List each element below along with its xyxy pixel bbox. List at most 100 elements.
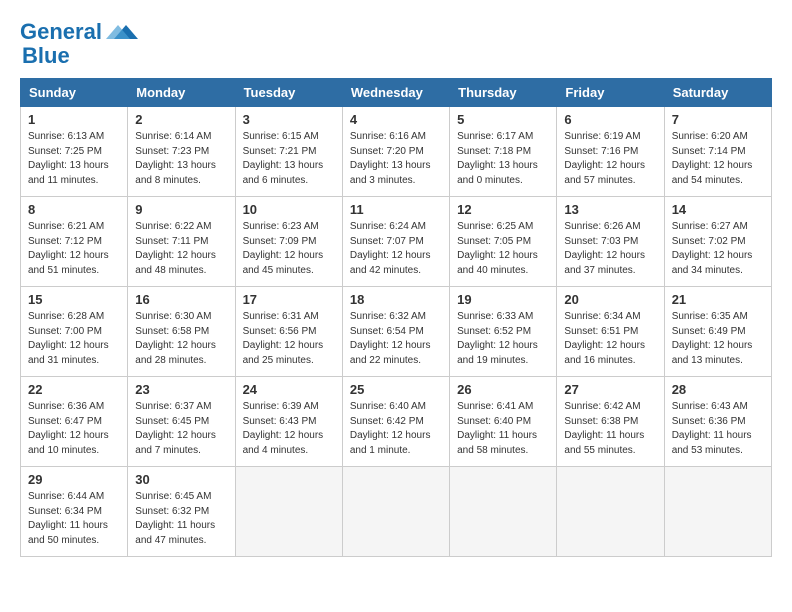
day-info: Sunrise: 6:39 AMSunset: 6:43 PMDaylight:… bbox=[243, 400, 335, 458]
logo-icon bbox=[106, 21, 138, 43]
day-info: Sunrise: 6:33 AMSunset: 6:52 PMDaylight:… bbox=[457, 310, 549, 368]
calendar-day: 20 Sunrise: 6:34 AMSunset: 6:51 PMDayligh… bbox=[557, 287, 664, 377]
calendar-day: 10 Sunrise: 6:23 AMSunset: 7:09 PMDayligh… bbox=[235, 197, 342, 287]
day-header-friday: Friday bbox=[557, 79, 664, 107]
day-number: 23 bbox=[135, 382, 227, 397]
day-info: Sunrise: 6:21 AMSunset: 7:12 PMDaylight:… bbox=[28, 220, 120, 278]
calendar-day: 13 Sunrise: 6:26 AMSunset: 7:03 PMDayligh… bbox=[557, 197, 664, 287]
day-info: Sunrise: 6:24 AMSunset: 7:07 PMDaylight:… bbox=[350, 220, 442, 278]
calendar-day: 4 Sunrise: 6:16 AMSunset: 7:20 PMDaylight… bbox=[342, 107, 449, 197]
calendar-day bbox=[664, 467, 771, 557]
day-number: 22 bbox=[28, 382, 120, 397]
calendar-day: 11Sunrise: 6:24 AMSunset: 7:07 PMDayligh… bbox=[342, 197, 449, 287]
day-info: Sunrise: 6:14 AMSunset: 7:23 PMDaylight:… bbox=[135, 130, 227, 188]
day-number: 28 bbox=[672, 382, 764, 397]
day-info: Sunrise: 6:42 AMSunset: 6:38 PMDaylight:… bbox=[564, 400, 656, 458]
day-number: 30 bbox=[135, 472, 227, 487]
logo-text: General bbox=[20, 20, 102, 44]
calendar-week-row: 22 Sunrise: 6:36 AMSunset: 6:47 PMDayligh… bbox=[21, 377, 772, 467]
day-info: Sunrise: 6:35 AMSunset: 6:49 PMDaylight:… bbox=[672, 310, 764, 368]
calendar-day: 8 Sunrise: 6:21 AMSunset: 7:12 PMDaylight… bbox=[21, 197, 128, 287]
calendar-day: 29 Sunrise: 6:44 AMSunset: 6:34 PMDayligh… bbox=[21, 467, 128, 557]
day-info: Sunrise: 6:28 AMSunset: 7:00 PMDaylight:… bbox=[28, 310, 120, 368]
calendar-day: 7Sunrise: 6:20 AMSunset: 7:14 PMDaylight… bbox=[664, 107, 771, 197]
calendar-day: 30 Sunrise: 6:45 AMSunset: 6:32 PMDayligh… bbox=[128, 467, 235, 557]
day-number: 15 bbox=[28, 292, 120, 307]
day-info: Sunrise: 6:40 AMSunset: 6:42 PMDaylight:… bbox=[350, 400, 442, 458]
day-header-sunday: Sunday bbox=[21, 79, 128, 107]
day-number: 24 bbox=[243, 382, 335, 397]
calendar-day: 5 Sunrise: 6:17 AMSunset: 7:18 PMDaylight… bbox=[450, 107, 557, 197]
calendar-day: 17 Sunrise: 6:31 AMSunset: 6:56 PMDayligh… bbox=[235, 287, 342, 377]
day-number: 20 bbox=[564, 292, 656, 307]
day-number: 7 bbox=[672, 112, 764, 127]
day-number: 25 bbox=[350, 382, 442, 397]
day-number: 29 bbox=[28, 472, 120, 487]
day-header-thursday: Thursday bbox=[450, 79, 557, 107]
day-info: Sunrise: 6:22 AMSunset: 7:11 PMDaylight:… bbox=[135, 220, 227, 278]
day-number: 8 bbox=[28, 202, 120, 217]
day-header-monday: Monday bbox=[128, 79, 235, 107]
calendar-day: 28 Sunrise: 6:43 AMSunset: 6:36 PMDayligh… bbox=[664, 377, 771, 467]
logo-blue-text: Blue bbox=[22, 43, 70, 68]
calendar-day: 26Sunrise: 6:41 AMSunset: 6:40 PMDayligh… bbox=[450, 377, 557, 467]
calendar-day: 18 Sunrise: 6:32 AMSunset: 6:54 PMDayligh… bbox=[342, 287, 449, 377]
day-info: Sunrise: 6:43 AMSunset: 6:36 PMDaylight:… bbox=[672, 400, 764, 458]
calendar-day bbox=[450, 467, 557, 557]
day-number: 19 bbox=[457, 292, 549, 307]
day-number: 10 bbox=[243, 202, 335, 217]
day-header-tuesday: Tuesday bbox=[235, 79, 342, 107]
day-info: Sunrise: 6:15 AMSunset: 7:21 PMDaylight:… bbox=[243, 130, 335, 188]
calendar-day: 23Sunrise: 6:37 AMSunset: 6:45 PMDayligh… bbox=[128, 377, 235, 467]
day-info: Sunrise: 6:17 AMSunset: 7:18 PMDaylight:… bbox=[457, 130, 549, 188]
day-info: Sunrise: 6:41 AMSunset: 6:40 PMDaylight:… bbox=[457, 400, 549, 458]
day-info: Sunrise: 6:34 AMSunset: 6:51 PMDaylight:… bbox=[564, 310, 656, 368]
day-number: 18 bbox=[350, 292, 442, 307]
calendar-day bbox=[235, 467, 342, 557]
day-info: Sunrise: 6:36 AMSunset: 6:47 PMDaylight:… bbox=[28, 400, 120, 458]
calendar-day bbox=[342, 467, 449, 557]
day-number: 16 bbox=[135, 292, 227, 307]
calendar-week-row: 1Sunrise: 6:13 AMSunset: 7:25 PMDaylight… bbox=[21, 107, 772, 197]
day-number: 2 bbox=[135, 112, 227, 127]
day-number: 4 bbox=[350, 112, 442, 127]
calendar-week-row: 8 Sunrise: 6:21 AMSunset: 7:12 PMDaylight… bbox=[21, 197, 772, 287]
calendar-day: 25 Sunrise: 6:40 AMSunset: 6:42 PMDayligh… bbox=[342, 377, 449, 467]
day-number: 17 bbox=[243, 292, 335, 307]
calendar-week-row: 15 Sunrise: 6:28 AMSunset: 7:00 PMDayligh… bbox=[21, 287, 772, 377]
calendar-day: 14 Sunrise: 6:27 AMSunset: 7:02 PMDayligh… bbox=[664, 197, 771, 287]
calendar-day: 21Sunrise: 6:35 AMSunset: 6:49 PMDayligh… bbox=[664, 287, 771, 377]
day-info: Sunrise: 6:27 AMSunset: 7:02 PMDaylight:… bbox=[672, 220, 764, 278]
day-number: 13 bbox=[564, 202, 656, 217]
day-number: 3 bbox=[243, 112, 335, 127]
day-number: 1 bbox=[28, 112, 120, 127]
day-info: Sunrise: 6:44 AMSunset: 6:34 PMDaylight:… bbox=[28, 490, 120, 548]
calendar-header-row: SundayMondayTuesdayWednesdayThursdayFrid… bbox=[21, 79, 772, 107]
calendar-day: 2 Sunrise: 6:14 AMSunset: 7:23 PMDaylight… bbox=[128, 107, 235, 197]
calendar-day: 15 Sunrise: 6:28 AMSunset: 7:00 PMDayligh… bbox=[21, 287, 128, 377]
page-header: General Blue bbox=[20, 20, 772, 68]
day-info: Sunrise: 6:16 AMSunset: 7:20 PMDaylight:… bbox=[350, 130, 442, 188]
day-number: 12 bbox=[457, 202, 549, 217]
calendar-day bbox=[557, 467, 664, 557]
day-header-saturday: Saturday bbox=[664, 79, 771, 107]
day-header-wednesday: Wednesday bbox=[342, 79, 449, 107]
day-info: Sunrise: 6:23 AMSunset: 7:09 PMDaylight:… bbox=[243, 220, 335, 278]
day-info: Sunrise: 6:32 AMSunset: 6:54 PMDaylight:… bbox=[350, 310, 442, 368]
day-info: Sunrise: 6:30 AMSunset: 6:58 PMDaylight:… bbox=[135, 310, 227, 368]
day-info: Sunrise: 6:25 AMSunset: 7:05 PMDaylight:… bbox=[457, 220, 549, 278]
day-info: Sunrise: 6:31 AMSunset: 6:56 PMDaylight:… bbox=[243, 310, 335, 368]
day-number: 27 bbox=[564, 382, 656, 397]
day-number: 14 bbox=[672, 202, 764, 217]
calendar-day: 9Sunrise: 6:22 AMSunset: 7:11 PMDaylight… bbox=[128, 197, 235, 287]
calendar-day: 22 Sunrise: 6:36 AMSunset: 6:47 PMDayligh… bbox=[21, 377, 128, 467]
day-info: Sunrise: 6:26 AMSunset: 7:03 PMDaylight:… bbox=[564, 220, 656, 278]
calendar-day: 1Sunrise: 6:13 AMSunset: 7:25 PMDaylight… bbox=[21, 107, 128, 197]
calendar-day: 24 Sunrise: 6:39 AMSunset: 6:43 PMDayligh… bbox=[235, 377, 342, 467]
day-info: Sunrise: 6:45 AMSunset: 6:32 PMDaylight:… bbox=[135, 490, 227, 548]
day-number: 5 bbox=[457, 112, 549, 127]
day-info: Sunrise: 6:19 AMSunset: 7:16 PMDaylight:… bbox=[564, 130, 656, 188]
calendar-week-row: 29 Sunrise: 6:44 AMSunset: 6:34 PMDayligh… bbox=[21, 467, 772, 557]
calendar-day: 27 Sunrise: 6:42 AMSunset: 6:38 PMDayligh… bbox=[557, 377, 664, 467]
calendar-table: SundayMondayTuesdayWednesdayThursdayFrid… bbox=[20, 78, 772, 557]
